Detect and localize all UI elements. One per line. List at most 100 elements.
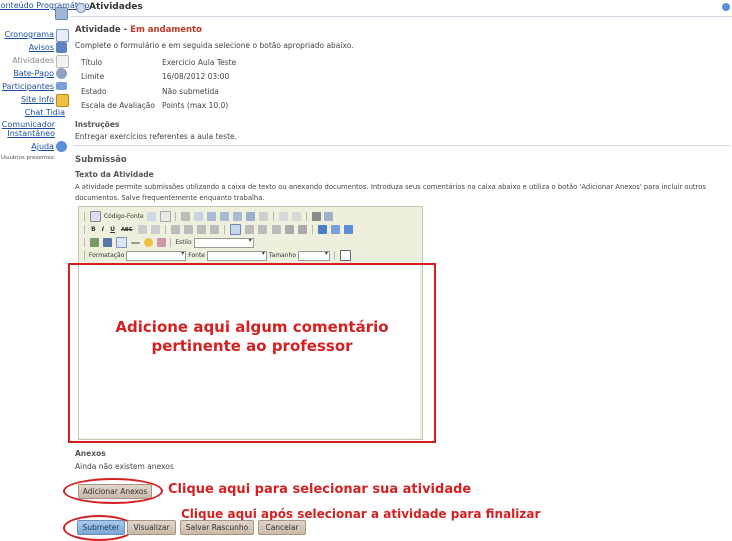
divider (74, 145, 730, 146)
bold-button[interactable]: B (91, 226, 96, 233)
sidebar-item-avisos[interactable]: Avisos (29, 43, 54, 52)
editor-toolbar-row-4: Formatação Fonte Tamanho (82, 250, 352, 261)
source-button[interactable]: Código-Fonte (104, 213, 144, 220)
table-icon[interactable] (115, 237, 127, 248)
sidebar-item-comunicador[interactable]: Comunicador Instantâneo (0, 120, 55, 138)
field-value-estado: Não submetida (162, 87, 219, 96)
attach-annotation: Clique aqui para selecionar sua atividad… (168, 482, 472, 497)
text-label: Texto da Atividade (75, 170, 154, 179)
bullet-list-icon[interactable] (183, 225, 193, 234)
preview-button[interactable]: Visualizar (127, 520, 176, 535)
cut-icon[interactable] (181, 212, 191, 221)
field-value-titulo: Exercicio Aula Teste (162, 58, 237, 67)
subscript-icon[interactable] (137, 225, 147, 234)
align-right-icon[interactable] (258, 225, 268, 234)
outdent-icon[interactable] (196, 225, 206, 234)
attachments-empty: Ainda não existem anexos (75, 462, 174, 471)
people-icon (56, 82, 67, 90)
font-select[interactable] (206, 250, 267, 261)
calendar-icon (56, 29, 69, 42)
redo-icon[interactable] (291, 212, 301, 221)
image-icon[interactable] (89, 238, 99, 247)
numbered-list-icon[interactable] (170, 225, 180, 234)
save-icon[interactable] (146, 212, 156, 221)
align-center-icon[interactable] (245, 225, 255, 234)
replace-icon[interactable] (324, 212, 334, 221)
assignment-intro: Complete o formulário e em seguida selec… (75, 41, 354, 50)
sidebar-item-ajuda[interactable]: Ajuda (31, 142, 54, 151)
assignment-status: Em andamento (130, 25, 202, 35)
submission-heading: Submissão (75, 155, 127, 165)
present-users-label: Usuários presentes: (1, 155, 56, 161)
style-select[interactable] (193, 237, 254, 248)
editor-toolbar-row-2: B I U ABC (82, 224, 354, 235)
text-color-icon[interactable] (284, 225, 294, 234)
field-label-titulo: Título (81, 58, 103, 67)
strike-button[interactable]: ABC (121, 227, 132, 233)
sidebar-item-bate-papo[interactable]: Bate-Papo (13, 69, 54, 78)
sidebar-item-cronograma[interactable]: Cronograma (4, 30, 54, 39)
assignment-heading-prefix: Atividade - (75, 25, 131, 35)
editor-annotation: Adicione aqui algum comentário pertinent… (70, 318, 434, 356)
sidebar-item-participantes[interactable]: Participantes (2, 82, 54, 91)
sidebar-item-conteudo[interactable]: Conteúdo Programático (0, 1, 90, 10)
unlink-icon[interactable] (331, 225, 341, 234)
paste-word-icon[interactable] (233, 212, 243, 221)
special-char-icon[interactable] (156, 238, 166, 247)
format-select[interactable] (126, 250, 187, 261)
align-left-icon[interactable] (230, 224, 242, 235)
horizontal-line-icon[interactable] (130, 241, 140, 244)
document-icon (56, 55, 69, 68)
page-title: Atividades (89, 2, 143, 12)
smiley-icon[interactable] (143, 238, 153, 247)
size-select[interactable] (297, 250, 330, 261)
source-icon[interactable] (89, 211, 101, 222)
sidebar-item-site-info[interactable]: Site Info (21, 95, 54, 104)
indent-icon[interactable] (210, 225, 220, 234)
bg-color-icon[interactable] (297, 225, 307, 234)
print-icon[interactable] (246, 212, 255, 221)
field-value-limite: 16/08/2012 03:00 (162, 72, 230, 81)
assignment-heading: Atividade - Em andamento (75, 25, 202, 35)
sidebar-item-chat-tidia[interactable]: Chat Tidia (25, 108, 65, 117)
book-icon (55, 7, 68, 20)
editor-annotation-line1: Adicione aqui algum comentário (115, 318, 389, 336)
editor-annotation-line2: pertinente ao professor (151, 337, 353, 355)
sidebar: Conteúdo Programático Cronograma Avisos … (0, 0, 90, 180)
paste-icon[interactable] (207, 212, 217, 221)
field-label-escala: Escala de Avaliação (81, 101, 155, 110)
help-icon[interactable] (339, 250, 351, 261)
submission-help-line2: documentos. Salve frequentemente enquant… (75, 194, 265, 202)
flash-icon[interactable] (102, 238, 112, 247)
cancel-button[interactable]: Cancelar (258, 520, 306, 535)
anchor-icon[interactable] (344, 225, 354, 234)
paste-text-icon[interactable] (220, 212, 230, 221)
submission-help-line1: A atividade permite submissões utilizand… (75, 183, 706, 191)
align-justify-icon[interactable] (271, 225, 281, 234)
undo-icon[interactable] (278, 212, 288, 221)
editor-toolbar-row-3: Estilo (82, 237, 254, 248)
link-icon[interactable] (317, 225, 327, 234)
italic-button[interactable]: I (102, 226, 104, 233)
spellcheck-icon[interactable] (258, 212, 268, 221)
underline-button[interactable]: U (110, 226, 115, 233)
field-label-limite: Limite (81, 72, 105, 81)
help-icon[interactable] (722, 3, 730, 11)
submit-annotation: Clique aqui após selecionar a atividade … (181, 507, 541, 521)
chat-icon (56, 68, 67, 79)
folder-icon (56, 94, 69, 107)
sidebar-item-atividades[interactable]: Atividades (12, 56, 54, 65)
superscript-icon[interactable] (150, 225, 160, 234)
instructions-heading: Instruções (75, 120, 120, 129)
font-label: Fonte (188, 252, 205, 259)
add-attachments-highlight (63, 478, 163, 504)
copy-icon[interactable] (194, 212, 204, 221)
format-label: Formatação (88, 252, 125, 259)
attachments-heading: Anexos (75, 449, 106, 458)
editor-toolbar-row-1: Código-Fonte (82, 211, 334, 222)
new-page-icon[interactable] (159, 211, 171, 222)
help-icon (56, 141, 67, 152)
save-draft-button[interactable]: Salvar Rascunho (180, 520, 254, 535)
page-header: Atividades (71, 0, 732, 17)
find-icon[interactable] (311, 212, 321, 221)
